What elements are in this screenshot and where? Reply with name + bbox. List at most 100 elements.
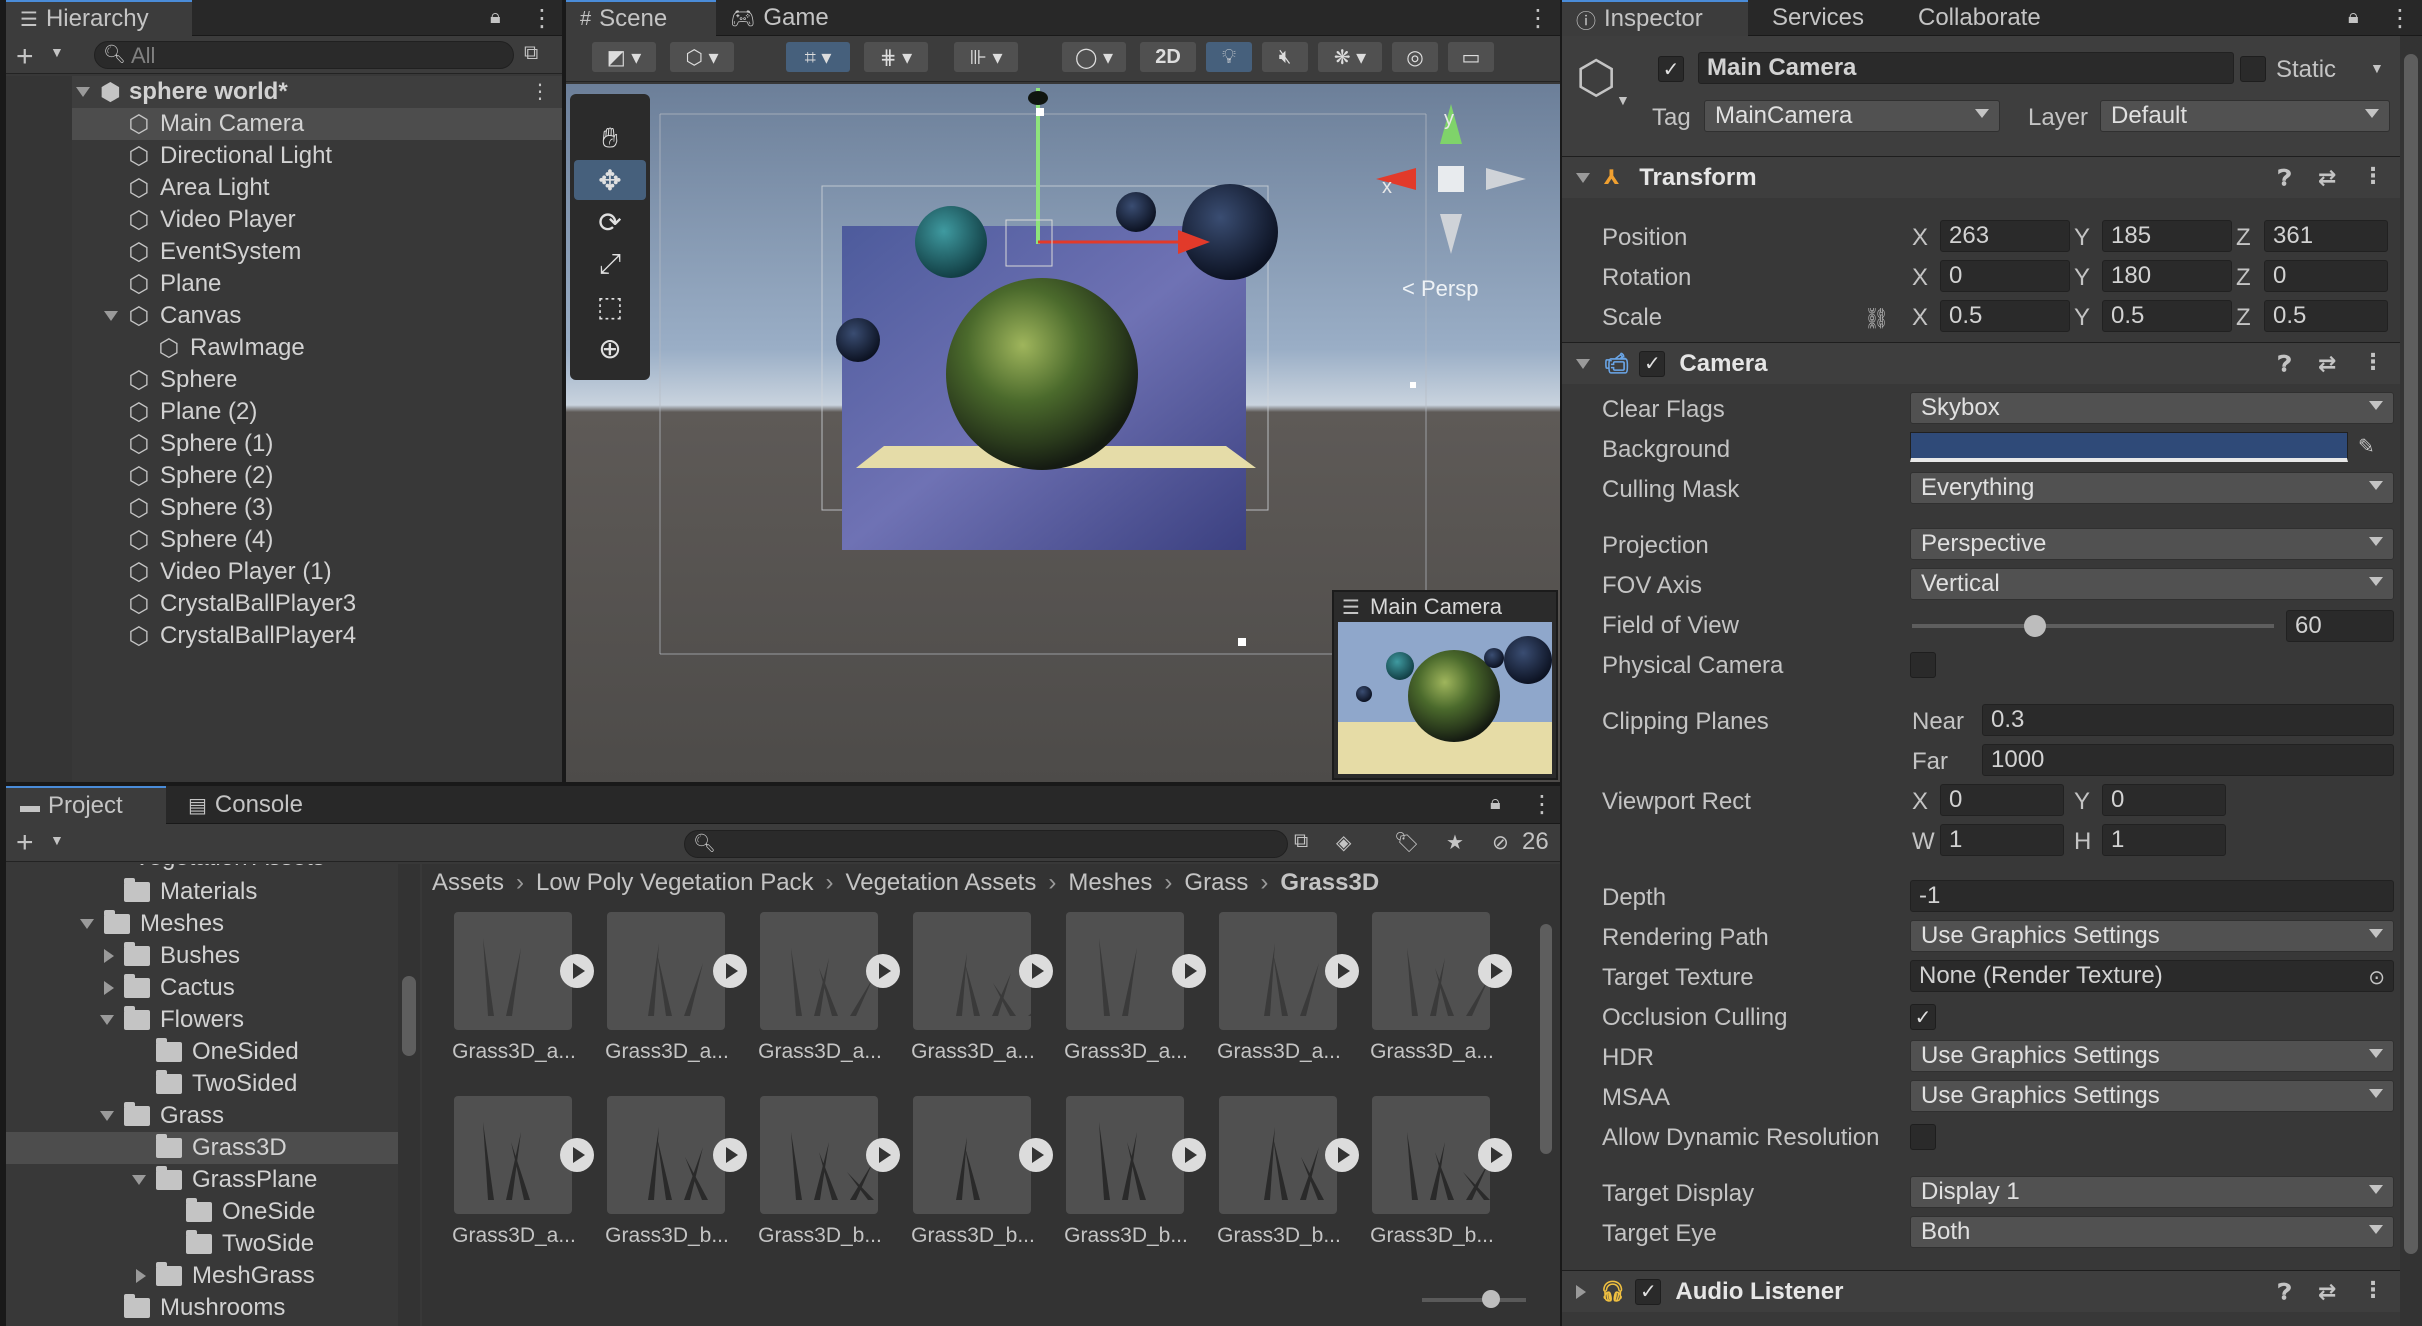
object-picker-icon[interactable]: ⊙ [2368,965,2385,990]
asset-thumbnail[interactable] [1372,912,1490,1030]
hierarchy-search-input[interactable]: 🔍︎ All [94,41,514,69]
transform-foldout-icon[interactable] [1576,172,1590,183]
rotation-z-field[interactable]: 0 [2264,260,2388,292]
clear-flags-dropdown[interactable]: Skybox [1910,392,2394,424]
camera-presets-icon[interactable]: ⇄ [2318,351,2336,377]
lighting-toggle-icon[interactable]: 💡︎ [1206,42,1252,72]
viewport-w-field[interactable]: 1 [1940,824,2064,856]
camera-foldout-icon[interactable] [1576,358,1590,369]
asset-thumbnail[interactable] [760,912,878,1030]
hierarchy-item[interactable]: ⬡ CrystalBallPlayer4 [6,620,562,652]
active-checkbox[interactable]: ✓ [1658,56,1684,82]
camera-header[interactable]: 📹︎ ✓ Camera ❓︎ ⇄ ⋮ [1562,342,2400,384]
audio-listener-header[interactable]: 🎧︎ ✓ Audio Listener ❓︎ ⇄ ⋮ [1562,1270,2400,1312]
filter-label-icon[interactable]: 🏷︎ [1394,830,1419,855]
project-tree-item[interactable]: Meshes [6,908,398,940]
play-preview-icon[interactable] [1172,954,1206,988]
audio-menu-icon[interactable]: ⋮ [2362,1277,2384,1303]
draw-mode-button[interactable]: ◩ ▾ [592,42,656,72]
project-tree-item[interactable]: Cactus [6,972,398,1004]
hierarchy-item[interactable]: ⬡ Plane (2) [6,396,562,428]
asset-thumbnail[interactable] [454,1096,572,1214]
asset-thumbnail[interactable] [913,1096,1031,1214]
project-add-icon[interactable]: + [16,826,34,860]
increment-snap-button[interactable]: ⋕ ▾ [864,42,928,72]
project-tree-item[interactable]: TwoSided [6,1068,398,1100]
hierarchy-item[interactable]: ⬡ Canvas [6,300,562,332]
hierarchy-item[interactable]: ⬡ Area Light [6,172,562,204]
folder-expand-icon[interactable] [100,1015,114,1025]
audio-listener-foldout-icon[interactable] [1576,1284,1586,1299]
folder-collapsed-icon[interactable] [104,981,114,995]
tab-game[interactable]: 🎮︎ Game [716,0,856,36]
icon-picker-chevron-icon[interactable]: ▼ [1616,92,1630,108]
mode-2d-button[interactable]: 2D [1140,42,1196,72]
effects-button[interactable]: ❋ ▾ [1318,42,1382,72]
fov-slider-thumb[interactable] [2024,615,2047,637]
static-checkbox[interactable] [2240,56,2266,82]
more-icon[interactable]: ⋮ [530,4,554,33]
assets-scroll-thumb[interactable] [1540,924,1552,1154]
hierarchy-item[interactable]: ⬡ Sphere (2) [6,460,562,492]
scale-tool-icon[interactable]: ⤢ [574,244,646,284]
hierarchy-item[interactable]: ⬡ Sphere (4) [6,524,562,556]
hidden-objects-icon[interactable]: ◎ [1392,42,1438,72]
inspector-more-icon[interactable]: ⋮ [2388,4,2412,33]
breadcrumb-item[interactable]: Grass3D [1280,869,1379,897]
audio-presets-icon[interactable]: ⇄ [2318,1279,2336,1305]
scale-z-field[interactable]: 0.5 [2264,300,2388,332]
breadcrumb-item[interactable]: Grass [1184,869,1248,897]
play-preview-icon[interactable] [713,954,747,988]
folder-expand-icon[interactable] [100,1111,114,1121]
expand-arrow-icon[interactable] [104,311,118,321]
inspector-scrollbar[interactable] [2400,36,2422,1326]
grid-snap-button[interactable]: ⌗ ▾ [786,42,850,72]
scene-more-icon[interactable]: ⋮ [530,79,550,104]
persp-label[interactable]: < Persp [1402,276,1478,302]
project-lock-icon[interactable]: 🔒︎ [1490,792,1501,815]
asset-thumbnail[interactable] [1372,1096,1490,1214]
project-tree-item[interactable]: Mushrooms [6,1292,398,1324]
project-tree-item[interactable]: Bushes [6,940,398,972]
tab-hierarchy[interactable]: ☰ Hierarchy [6,0,192,36]
asset-thumbnail[interactable] [1066,1096,1184,1214]
asset-thumbnail[interactable] [1219,1096,1337,1214]
render-mode-button[interactable]: ◯ ▾ [1062,42,1126,72]
play-preview-icon[interactable] [713,1138,747,1172]
play-preview-icon[interactable] [866,954,900,988]
hierarchy-item[interactable]: ⬡ Video Player [6,204,562,236]
msaa-dropdown[interactable]: Use Graphics Settings [1910,1080,2394,1112]
play-preview-icon[interactable] [1019,954,1053,988]
scale-x-field[interactable]: 0.5 [1940,300,2070,332]
breadcrumb-item[interactable]: Assets [432,869,504,897]
folder-expand-icon[interactable] [80,919,94,929]
chevron-down-icon[interactable]: ▼ [50,44,64,60]
camera-settings-icon[interactable]: ▭ [1448,42,1494,72]
asset-thumbnail[interactable] [1066,912,1184,1030]
fov-value-field[interactable]: 60 [2286,610,2394,642]
projection-dropdown[interactable]: Perspective [1910,528,2394,560]
rotation-y-field[interactable]: 180 [2102,260,2232,292]
hierarchy-item[interactable]: ⬡ Video Player (1) [6,556,562,588]
near-field[interactable]: 0.3 [1982,704,2394,736]
asset-thumbnail[interactable] [913,912,1031,1030]
play-preview-icon[interactable] [560,954,594,988]
search-window-icon[interactable]: ⧉ [1294,830,1308,853]
project-tree-item[interactable]: Materials [6,876,398,908]
project-tree-item[interactable]: Flowers [6,1004,398,1036]
hierarchy-item[interactable]: ⬡ Plane [6,268,562,300]
tab-inspector[interactable]: ⓘ Inspector [1562,0,1748,36]
camera-enabled-checkbox[interactable]: ✓ [1639,350,1666,377]
assets-scrollbar[interactable] [1538,908,1554,1278]
camera-help-icon[interactable]: ❓︎ [2278,351,2291,377]
play-preview-icon[interactable] [1478,954,1512,988]
target-display-dropdown[interactable]: Display 1 [1910,1176,2394,1208]
play-preview-icon[interactable] [1325,1138,1359,1172]
hierarchy-item[interactable]: ⬡ Directional Light [6,140,562,172]
project-tree-item[interactable]: Grass3D [6,1132,398,1164]
culling-mask-dropdown[interactable]: Everything [1910,472,2394,504]
project-tree-item[interactable]: MeshGrass [6,1260,398,1292]
filter-type-icon[interactable]: ◈ [1336,830,1351,855]
zoom-slider[interactable] [1422,1290,1526,1308]
hierarchy-item[interactable]: ⬡ Sphere [6,364,562,396]
